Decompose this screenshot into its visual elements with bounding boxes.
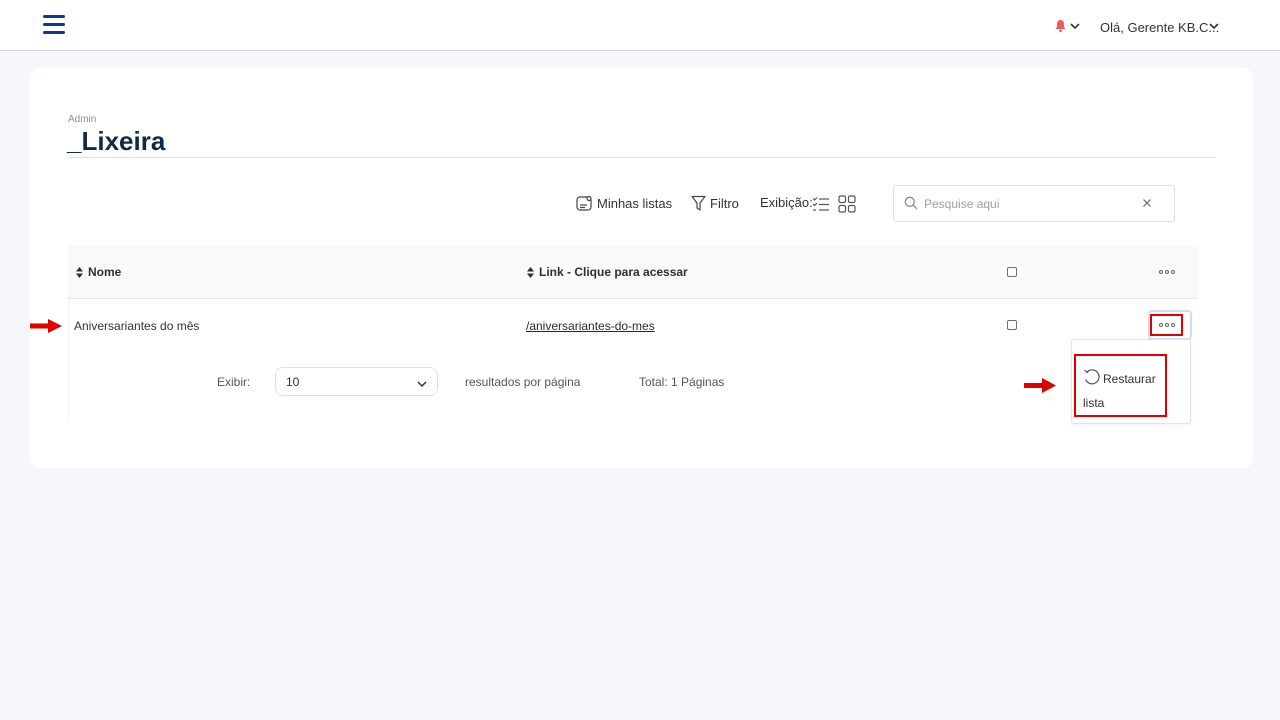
user-menu[interactable]: Olá, Gerente KB.C... [1100,20,1219,35]
filter-label: Filtro [710,196,739,211]
my-lists-button[interactable]: Minhas listas [576,195,672,212]
column-header-name-label: Nome [88,265,122,279]
clear-search-icon[interactable] [1141,196,1153,214]
table-left-border [68,299,69,421]
annotation-arrow-icon [30,319,62,338]
my-lists-label: Minhas listas [597,196,673,211]
view-label: Exibição: [760,195,813,210]
page-size-select[interactable]: 10 [275,367,438,396]
user-chevron-down-icon[interactable] [1208,19,1220,37]
page-size-value: 10 [286,375,300,389]
header-more-options-icon[interactable] [1159,270,1175,274]
total-pages-label: Total: 1 Páginas [639,375,725,389]
filter-button[interactable]: Filtro [691,195,739,212]
grid-view-icon[interactable] [838,195,856,218]
row-more-options-icon[interactable] [1159,323,1175,327]
show-label: Exibir: [217,375,251,389]
hamburger-menu-icon[interactable] [43,15,65,35]
per-page-label: resultados por página [465,375,581,389]
sort-icon [527,266,534,278]
restore-icon [1084,369,1100,385]
filter-icon [691,195,706,211]
view-selector: Exibição: [760,195,813,210]
row-name: Aniversariantes do mês [74,319,200,333]
column-header-name[interactable]: Nome [76,265,121,279]
page-title: _Lixeira [67,126,166,156]
sort-icon [76,266,83,278]
search-box [893,185,1175,222]
chevron-down-icon [416,377,428,395]
notifications-chevron-down-icon[interactable] [1069,19,1081,37]
column-header-link-label: Link - Clique para acessar [539,265,688,279]
search-input[interactable] [924,194,1134,214]
row-link[interactable]: /aniversariantes-do-mes [526,319,655,333]
bell-icon[interactable] [1054,19,1067,38]
select-all-checkbox[interactable] [1007,267,1017,277]
search-icon [904,196,918,215]
title-divider [68,157,1216,158]
restore-list-menu-item[interactable]: Restaurar lista [1083,367,1165,415]
column-header-link[interactable]: Link - Clique para acessar [527,265,688,279]
breadcrumb[interactable]: Admin [68,114,96,125]
annotation-arrow-icon [1024,378,1056,398]
top-bar [0,0,1280,51]
my-lists-icon [576,195,592,211]
row-checkbox[interactable] [1007,320,1017,330]
list-view-icon[interactable] [812,196,830,217]
